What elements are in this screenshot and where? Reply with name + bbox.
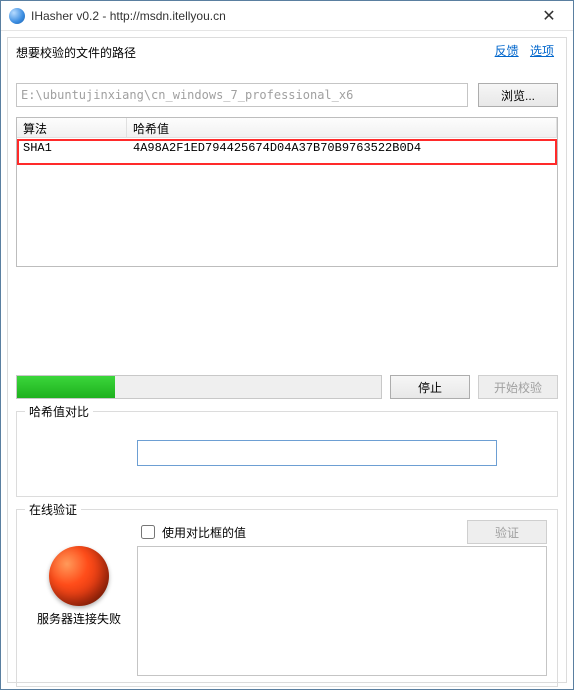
red-orb-icon (49, 546, 109, 606)
online-result-textarea[interactable] (137, 546, 547, 676)
close-button[interactable]: ✕ (529, 2, 569, 30)
window-title: IHasher v0.2 - http://msdn.itellyou.cn (31, 9, 529, 23)
client-area: 想要校验的文件的路径 反馈 选项 浏览... 算法 哈希值 SHA1 4A98A… (7, 37, 567, 683)
use-compare-label: 使用对比框的值 (162, 524, 246, 541)
verify-button: 验证 (467, 520, 547, 544)
status-indicator: 服务器连接失败 (29, 546, 129, 627)
table-row[interactable]: SHA1 4A98A2F1ED794425674D04A37B70B976352… (17, 138, 557, 158)
app-window: IHasher v0.2 - http://msdn.itellyou.cn ✕… (0, 0, 574, 690)
column-algo[interactable]: 算法 (17, 118, 127, 137)
titlebar: IHasher v0.2 - http://msdn.itellyou.cn ✕ (1, 1, 573, 31)
online-legend: 在线验证 (25, 501, 81, 518)
progress-bar (16, 375, 382, 399)
listview-header: 算法 哈希值 (17, 118, 557, 138)
cell-algo: SHA1 (17, 139, 127, 157)
use-compare-checkbox[interactable]: 使用对比框的值 (137, 522, 459, 542)
app-icon (9, 8, 25, 24)
start-button: 开始校验 (478, 375, 558, 399)
stop-button[interactable]: 停止 (390, 375, 470, 399)
compare-legend: 哈希值对比 (25, 403, 93, 420)
status-text: 服务器连接失败 (29, 610, 129, 627)
browse-button[interactable]: 浏览... (478, 83, 558, 107)
header-links: 反馈 选项 (487, 42, 554, 59)
use-compare-checkbox-input[interactable] (141, 525, 155, 539)
progress-fill (17, 376, 115, 398)
compare-input[interactable] (137, 440, 497, 466)
cell-hash: 4A98A2F1ED794425674D04A37B70B9763522B0D4 (127, 139, 557, 157)
column-hash[interactable]: 哈希值 (127, 118, 557, 137)
path-label: 想要校验的文件的路径 (16, 44, 558, 61)
feedback-link[interactable]: 反馈 (495, 44, 519, 58)
options-link[interactable]: 选项 (530, 44, 554, 58)
hash-listview[interactable]: 算法 哈希值 SHA1 4A98A2F1ED794425674D04A37B70… (16, 117, 558, 267)
file-path-input[interactable] (16, 83, 468, 107)
online-group: 在线验证 使用对比框的值 验证 服务器连接失败 (16, 509, 558, 687)
compare-group: 哈希值对比 (16, 411, 558, 497)
